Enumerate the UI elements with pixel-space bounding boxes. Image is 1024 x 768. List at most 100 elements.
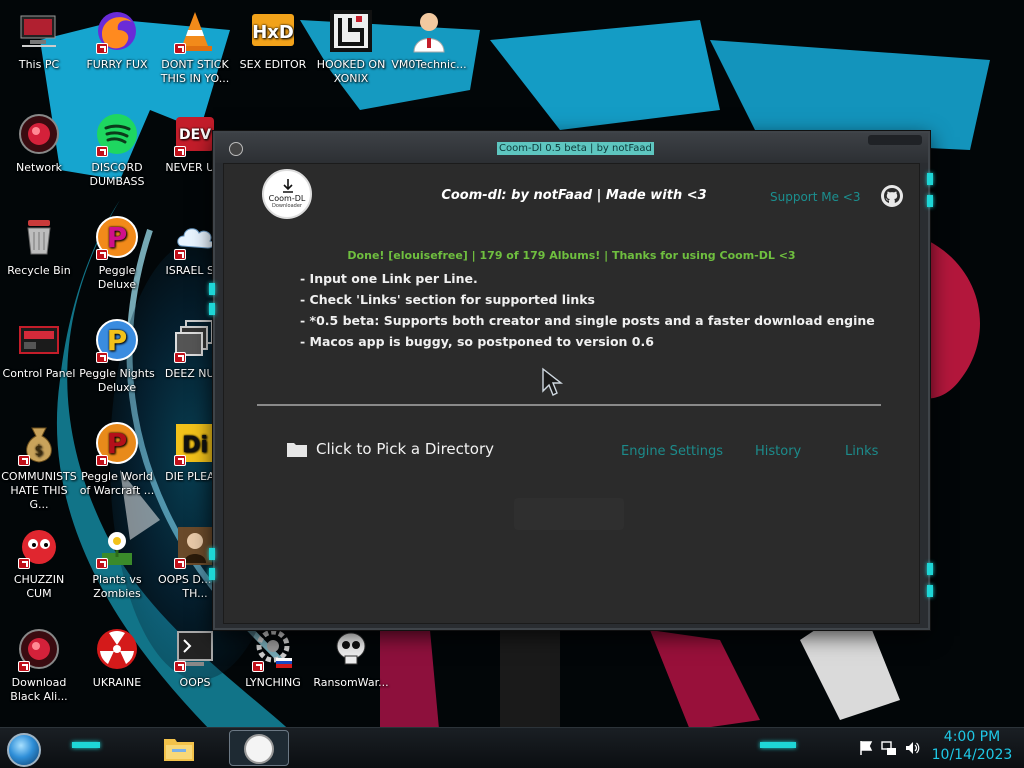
- info-line: - Check 'Links' section for supported li…: [300, 292, 596, 307]
- window-titlebar[interactable]: Coom-Dl 0.5 beta | by notFaad: [215, 133, 928, 163]
- svg-text:HxD: HxD: [252, 22, 294, 43]
- window-frame-accent: [209, 568, 215, 580]
- download-arrow-icon: [283, 179, 293, 193]
- taskbar-accent: [760, 742, 796, 748]
- desktop-icon-label: DONT STICK THIS IN YO...: [160, 58, 230, 85]
- clock-date[interactable]: 10/14/2023: [930, 747, 1014, 763]
- clock-time[interactable]: 4:00 PM: [930, 729, 1014, 745]
- window-title: Coom-Dl 0.5 beta | by notFaad: [497, 142, 654, 155]
- desktop-icon-label: HOOKED ON XONIX: [316, 58, 386, 85]
- taskbar-coom-dl-button[interactable]: [229, 730, 289, 766]
- svg-text:P: P: [107, 324, 128, 357]
- pvz-flower-icon: [94, 523, 140, 569]
- app-headline: Coom-dl: by notFaad | Made with <3: [441, 188, 707, 203]
- portrait-icon: [172, 523, 218, 569]
- svg-text:Di: Di: [182, 433, 208, 458]
- desktop-icon-label: Peggle World of Warcraft ...: [79, 470, 155, 497]
- firefox-icon: [94, 8, 140, 54]
- history-link[interactable]: History: [755, 444, 801, 459]
- desktop-icon-control-panel[interactable]: Control Panel: [0, 317, 78, 381]
- desktop-icon-label: Control Panel: [2, 367, 76, 380]
- app-logo-text: Coom-DL: [268, 194, 306, 203]
- skull-icon: [328, 626, 374, 672]
- desktop-icon-download-black[interactable]: Download Black Ali...: [0, 626, 78, 704]
- desktop-icon-network[interactable]: Network: [0, 111, 78, 175]
- window-app-icon[interactable]: [229, 142, 243, 156]
- desktop-icon-discord[interactable]: DISCORD DUMBASS: [78, 111, 156, 189]
- svg-text:P: P: [107, 427, 128, 460]
- desktop-icon-label: UKRAINE: [92, 676, 142, 689]
- window-frame-accent: [927, 563, 933, 575]
- pick-directory-button[interactable]: Click to Pick a Directory: [286, 440, 494, 458]
- desktop-icon-label: LYNCHING: [245, 676, 301, 689]
- desktop-icon-peggle-wow[interactable]: P Peggle World of Warcraft ...: [78, 420, 156, 498]
- desktop-icon-label: Peggle Deluxe: [97, 264, 137, 291]
- desktop-icon-vm0technic[interactable]: VM0Technic...: [390, 8, 468, 72]
- money-bag-icon: $: [16, 420, 62, 466]
- desktop-icon-lynching[interactable]: LYNCHING: [234, 626, 312, 690]
- terminal-icon: [172, 626, 218, 672]
- desktop-icon-pvz[interactable]: Plants vs Zombies: [78, 523, 156, 601]
- window-controls[interactable]: [868, 135, 922, 145]
- app-logo: Coom-DL Downloader: [262, 169, 312, 219]
- app-logo-subtext: Downloader: [272, 203, 302, 209]
- speaker-icon[interactable]: [904, 740, 920, 756]
- spotify-icon: [94, 111, 140, 157]
- flag-icon[interactable]: [858, 740, 874, 756]
- file-explorer-icon[interactable]: [162, 733, 196, 765]
- desktop-icon-label: CHUZZIN CUM: [13, 573, 65, 600]
- window-client-area: Coom-DL Downloader Coom-dl: by notFaad |…: [223, 163, 920, 624]
- peggle-icon: P: [94, 214, 140, 260]
- desktop-icon-ukraine[interactable]: UKRAINE: [78, 626, 156, 690]
- vlc-cone-icon: [172, 8, 218, 54]
- taskbar-accent: [72, 742, 100, 748]
- desktop-icon-oops[interactable]: OOPS: [156, 626, 234, 690]
- desktop-icon-label: Plants vs Zombies: [92, 573, 142, 600]
- info-line: - Input one Link per Line.: [300, 271, 478, 286]
- xonix-game-icon: [328, 8, 374, 54]
- info-line: - Macos app is buggy, so postponed to ve…: [300, 334, 654, 349]
- radiation-icon: [94, 626, 140, 672]
- links-link[interactable]: Links: [845, 444, 878, 459]
- desktop-icon-this-pc[interactable]: This PC: [0, 8, 78, 72]
- support-me-link[interactable]: Support Me <3: [770, 190, 861, 204]
- svg-text:P: P: [107, 221, 128, 254]
- network-icon: [16, 111, 62, 157]
- gear-cluster-icon: [250, 626, 296, 672]
- network-status-icon[interactable]: [881, 740, 897, 756]
- window-frame-accent: [209, 303, 215, 315]
- desktop-icon-hooked-on-xonix[interactable]: HOOKED ON XONIX: [312, 8, 390, 86]
- engine-settings-link[interactable]: Engine Settings: [621, 444, 723, 459]
- desktop-icon-furry-fux[interactable]: FURRY FUX: [78, 8, 156, 72]
- desktop-icon-label: Peggle Nights Deluxe: [79, 367, 155, 394]
- desktop-icon-label: Network: [16, 161, 62, 174]
- control-panel-icon: [16, 317, 62, 363]
- desktop-icon-label: OOPS: [179, 676, 211, 689]
- desktop-icon-recycle-bin[interactable]: Recycle Bin: [0, 214, 78, 278]
- desktop-icon-label: DISCORD DUMBASS: [89, 161, 145, 188]
- start-button[interactable]: [7, 733, 41, 767]
- desktop-icon-communists[interactable]: $ COMMUNISTS HATE THIS G...: [0, 420, 78, 512]
- desktop-icon-peggle-deluxe[interactable]: P Peggle Deluxe: [78, 214, 156, 292]
- download-status: Done! [elouisefree] | 179 of 179 Albums!…: [347, 249, 796, 262]
- dev-icon: DEV: [172, 111, 218, 157]
- desktop-icon-ransomware[interactable]: RansomWar...: [312, 626, 390, 690]
- desktop-icon-dont-stick[interactable]: DONT STICK THIS IN YO...: [156, 8, 234, 86]
- desktop-icon-chuzzin[interactable]: CHUZZIN CUM: [0, 523, 78, 601]
- download-button[interactable]: [514, 498, 624, 530]
- network-icon: [16, 626, 62, 672]
- window-frame-accent: [209, 283, 215, 295]
- taskbar: [0, 727, 1024, 768]
- desktop-icon-label: RansomWar...: [313, 676, 389, 689]
- desktop-icon-label: COMMUNISTS HATE THIS G...: [1, 470, 77, 511]
- peggle-wow-icon: P: [94, 420, 140, 466]
- stacked-windows-icon: [172, 317, 218, 363]
- github-icon[interactable]: [880, 184, 904, 208]
- chuzzle-icon: [16, 523, 62, 569]
- die-game-icon: Di: [172, 420, 218, 466]
- svg-text:$: $: [35, 443, 44, 459]
- window-frame-accent: [927, 173, 933, 185]
- peggle-nights-icon: P: [94, 317, 140, 363]
- desktop-icon-sex-editor[interactable]: HxD SEX EDITOR: [234, 8, 312, 72]
- desktop-icon-peggle-nights[interactable]: P Peggle Nights Deluxe: [78, 317, 156, 395]
